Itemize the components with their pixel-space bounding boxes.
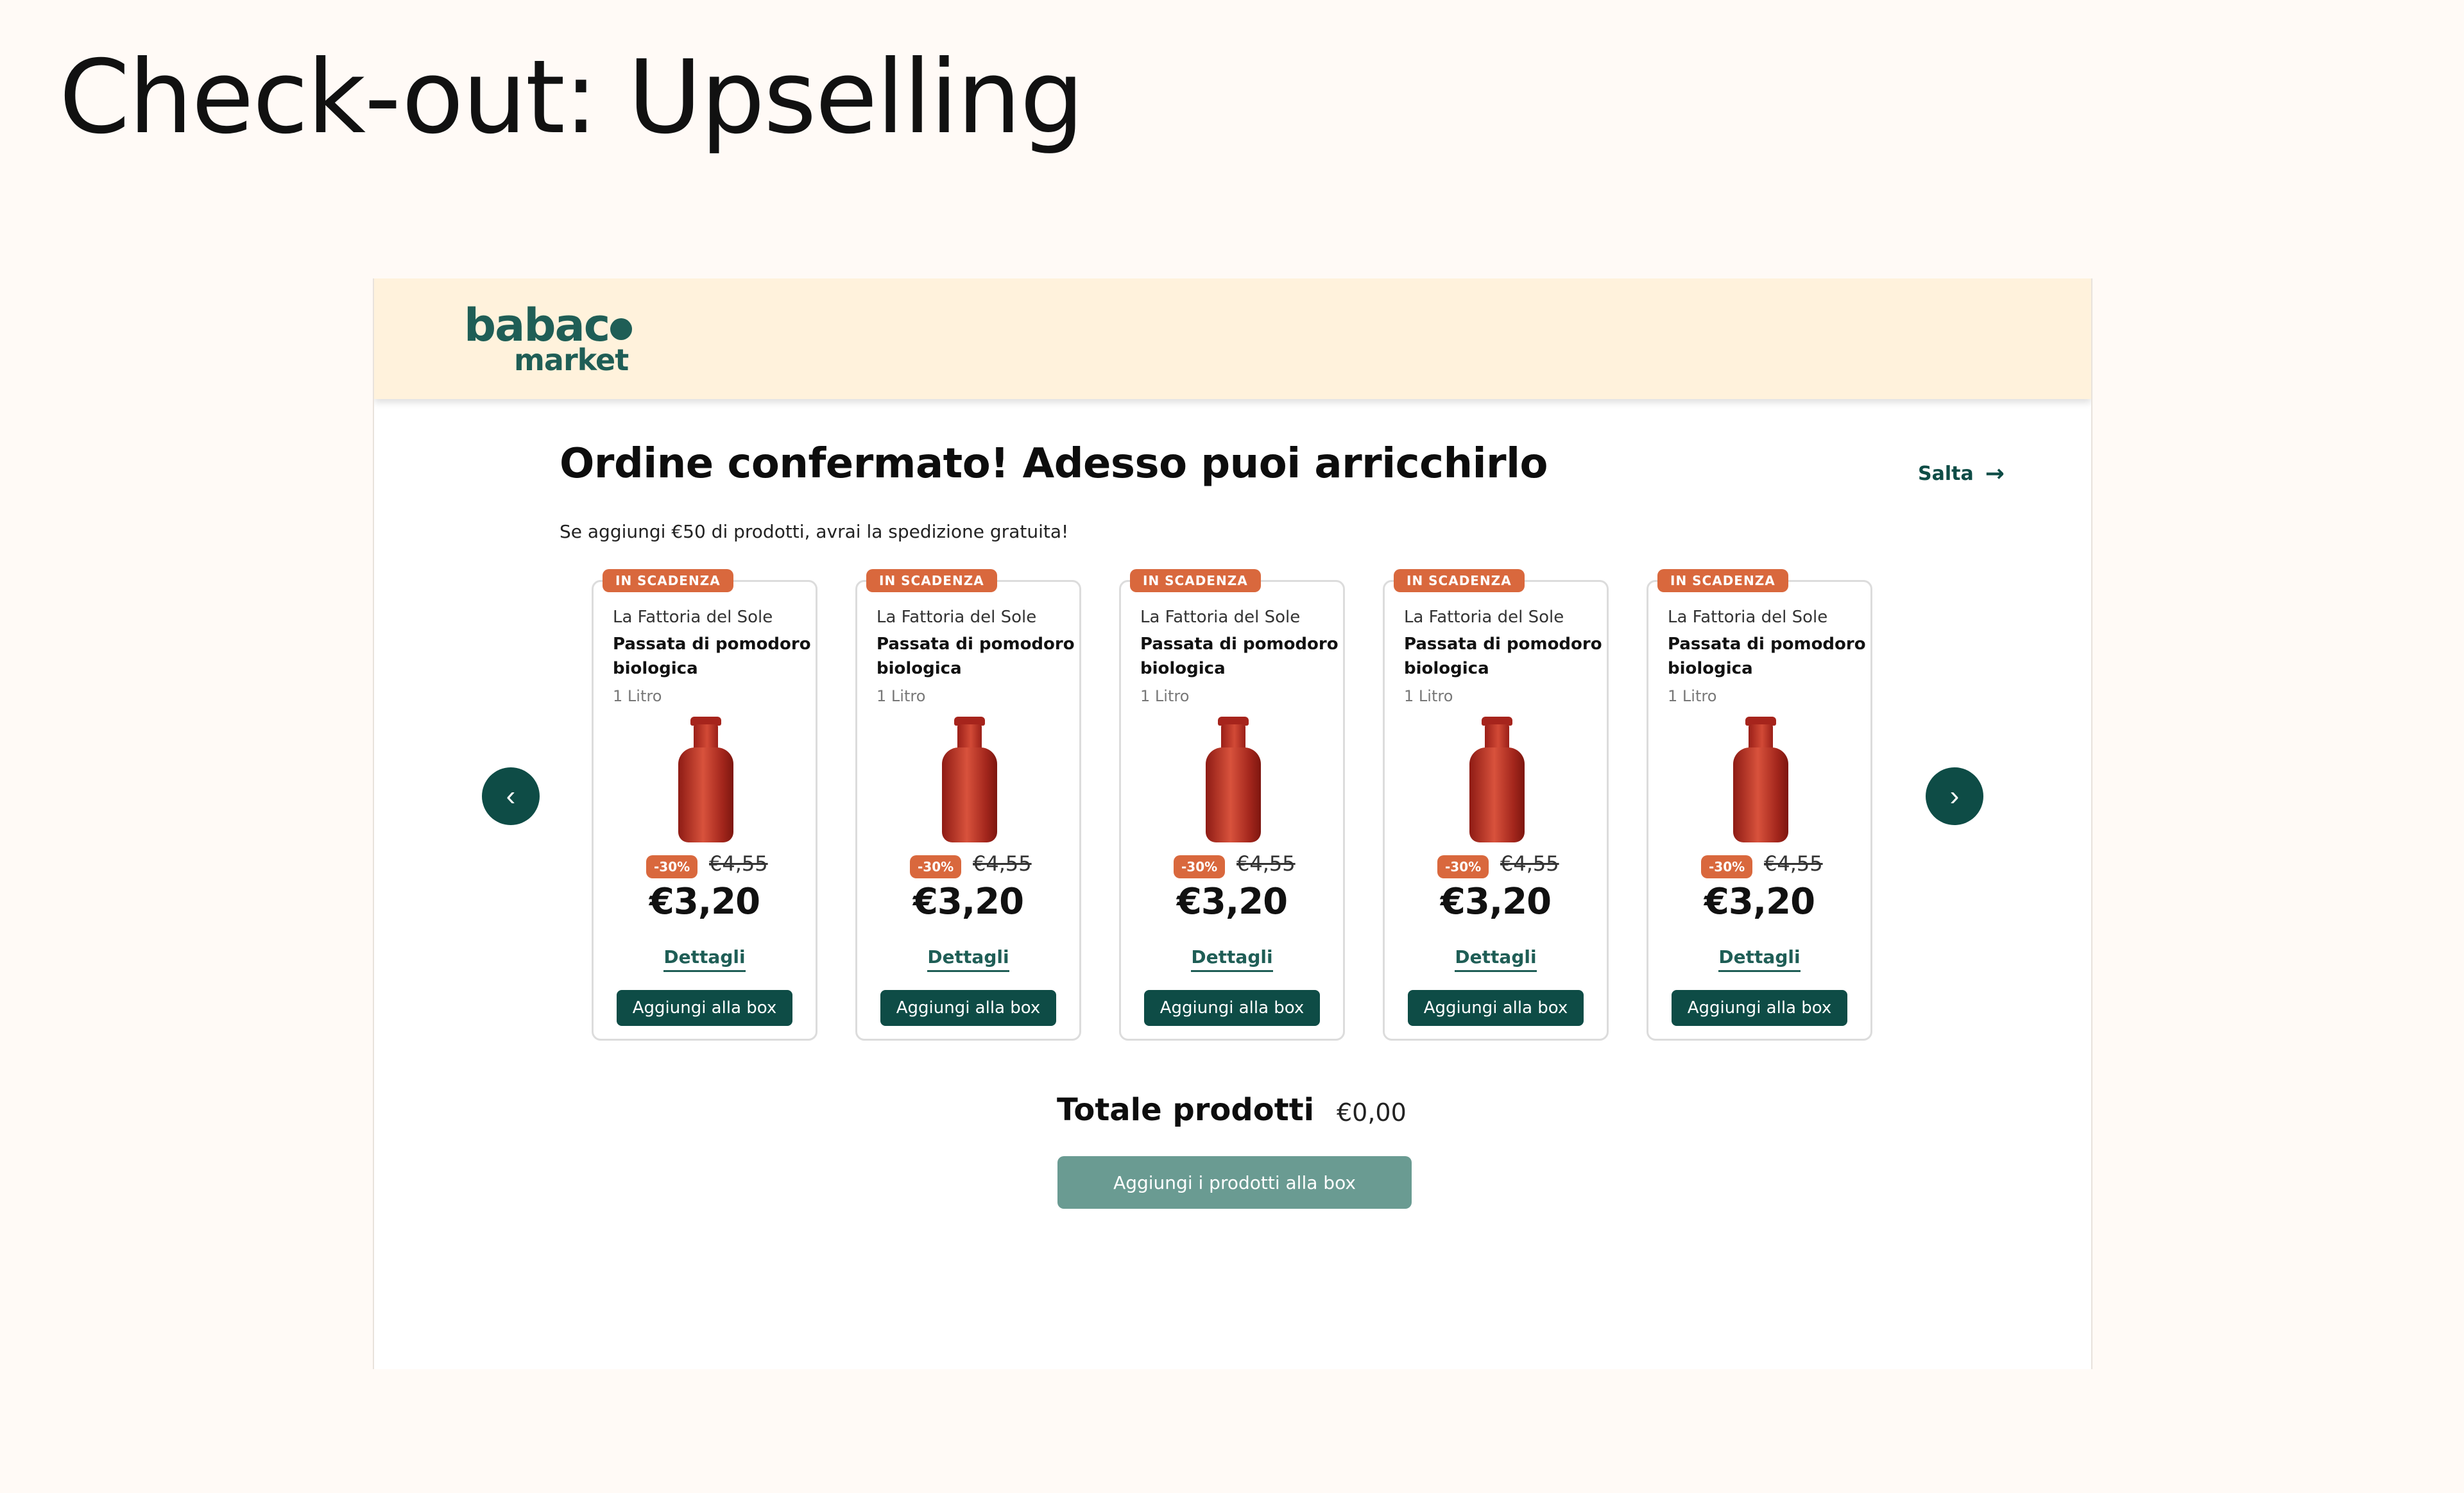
tomato-bottle-image	[678, 717, 733, 842]
old-price: €4,55	[709, 851, 768, 876]
expiring-badge: IN SCADENZA	[866, 569, 997, 592]
product-brand: La Fattoria del Sole	[877, 608, 1037, 627]
tomato-bottle-image	[942, 717, 997, 842]
discount-badge: -30%	[1174, 855, 1226, 878]
chevron-right-icon: ›	[1949, 780, 1960, 812]
product-card[interactable]: IN SCADENZA La Fattoria del Sole Passata…	[1647, 569, 1872, 1041]
free-shipping-message: Se aggiungi €50 di prodotti, avrai la sp…	[560, 521, 1069, 542]
old-price: €4,55	[1764, 851, 1823, 876]
product-size: 1 Litro	[1140, 687, 1190, 705]
details-label: Dettagli	[1718, 946, 1801, 972]
details-link[interactable]: Dettagli	[857, 946, 1079, 972]
logo-text-top: babac	[464, 299, 610, 352]
page-title: Ordine confermato! Adesso puoi arricchir…	[560, 440, 1548, 488]
add-to-box-button[interactable]: Aggiungi alla box	[1144, 990, 1320, 1026]
product-price: €3,20	[1440, 881, 1552, 923]
product-price: €3,20	[1704, 881, 1815, 923]
product-size: 1 Litro	[613, 687, 662, 705]
expiring-badge: IN SCADENZA	[603, 569, 733, 592]
product-name: Passata di pomodoro biologica	[1140, 635, 1339, 678]
babaco-logo[interactable]: babac market	[464, 299, 633, 377]
product-name: Passata di pomodoro biologica	[877, 635, 1075, 678]
chevron-left-icon: ‹	[506, 780, 516, 812]
discount-badge: -30%	[1701, 855, 1753, 878]
expiring-badge: IN SCADENZA	[1130, 569, 1261, 592]
product-size: 1 Litro	[1404, 687, 1453, 705]
product-size: 1 Litro	[1668, 687, 1717, 705]
product-price: €3,20	[649, 881, 760, 923]
product-brand: La Fattoria del Sole	[1668, 608, 1828, 627]
page-heading: Check-out: Upselling	[59, 38, 1084, 157]
add-to-box-button[interactable]: Aggiungi alla box	[617, 990, 792, 1026]
total-value: €0,00	[1337, 1098, 1407, 1127]
add-to-box-button[interactable]: Aggiungi alla box	[1408, 990, 1584, 1026]
details-link[interactable]: Dettagli	[1385, 946, 1607, 972]
product-brand: La Fattoria del Sole	[1404, 608, 1564, 627]
logo-text-bottom: market	[514, 343, 629, 377]
tomato-bottle-image	[1206, 717, 1261, 842]
old-price: €4,55	[1500, 851, 1559, 876]
skip-link[interactable]: Salta →	[1918, 461, 2005, 487]
product-name: Passata di pomodoro biologica	[1404, 635, 1602, 678]
carousel-prev-button[interactable]: ‹	[482, 767, 540, 825]
discount-badge: -30%	[910, 855, 962, 878]
product-brand: La Fattoria del Sole	[613, 608, 773, 627]
add-to-box-button[interactable]: Aggiungi alla box	[880, 990, 1056, 1026]
product-price: €3,20	[1176, 881, 1288, 923]
discount-badge: -30%	[646, 855, 698, 878]
expiring-badge: IN SCADENZA	[1394, 569, 1525, 592]
site-header: babac market	[374, 278, 2091, 399]
details-link[interactable]: Dettagli	[1121, 946, 1343, 972]
tomato-bottle-image	[1733, 717, 1788, 842]
logo-dot-icon	[610, 318, 633, 340]
product-name: Passata di pomodoro biologica	[613, 635, 811, 678]
product-card[interactable]: IN SCADENZA La Fattoria del Sole Passata…	[1383, 569, 1609, 1041]
details-label: Dettagli	[1455, 946, 1537, 972]
product-size: 1 Litro	[877, 687, 926, 705]
product-card[interactable]: IN SCADENZA La Fattoria del Sole Passata…	[1119, 569, 1345, 1041]
arrow-right-icon: →	[1985, 461, 2005, 487]
old-price: €4,55	[973, 851, 1032, 876]
discount-badge: -30%	[1437, 855, 1489, 878]
product-card[interactable]: IN SCADENZA La Fattoria del Sole Passata…	[592, 569, 817, 1041]
details-link[interactable]: Dettagli	[594, 946, 816, 972]
details-label: Dettagli	[927, 946, 1009, 972]
total-label: Totale prodotti	[1057, 1092, 1315, 1128]
details-label: Dettagli	[1191, 946, 1273, 972]
skip-label: Salta	[1918, 463, 1974, 485]
details-label: Dettagli	[663, 946, 746, 972]
tomato-bottle-image	[1469, 717, 1525, 842]
product-name: Passata di pomodoro biologica	[1668, 635, 1866, 678]
product-card[interactable]: IN SCADENZA La Fattoria del Sole Passata…	[855, 569, 1081, 1041]
expiring-badge: IN SCADENZA	[1657, 569, 1788, 592]
carousel-next-button[interactable]: ›	[1926, 767, 1983, 825]
product-price: €3,20	[912, 881, 1024, 923]
product-brand: La Fattoria del Sole	[1140, 608, 1301, 627]
browser-frame: babac market Ordine confermato! Adesso p…	[373, 278, 2092, 1369]
old-price: €4,55	[1236, 851, 1296, 876]
add-all-to-box-button[interactable]: Aggiungi i prodotti alla box	[1057, 1156, 1412, 1209]
add-to-box-button[interactable]: Aggiungi alla box	[1672, 990, 1847, 1026]
details-link[interactable]: Dettagli	[1648, 946, 1870, 972]
